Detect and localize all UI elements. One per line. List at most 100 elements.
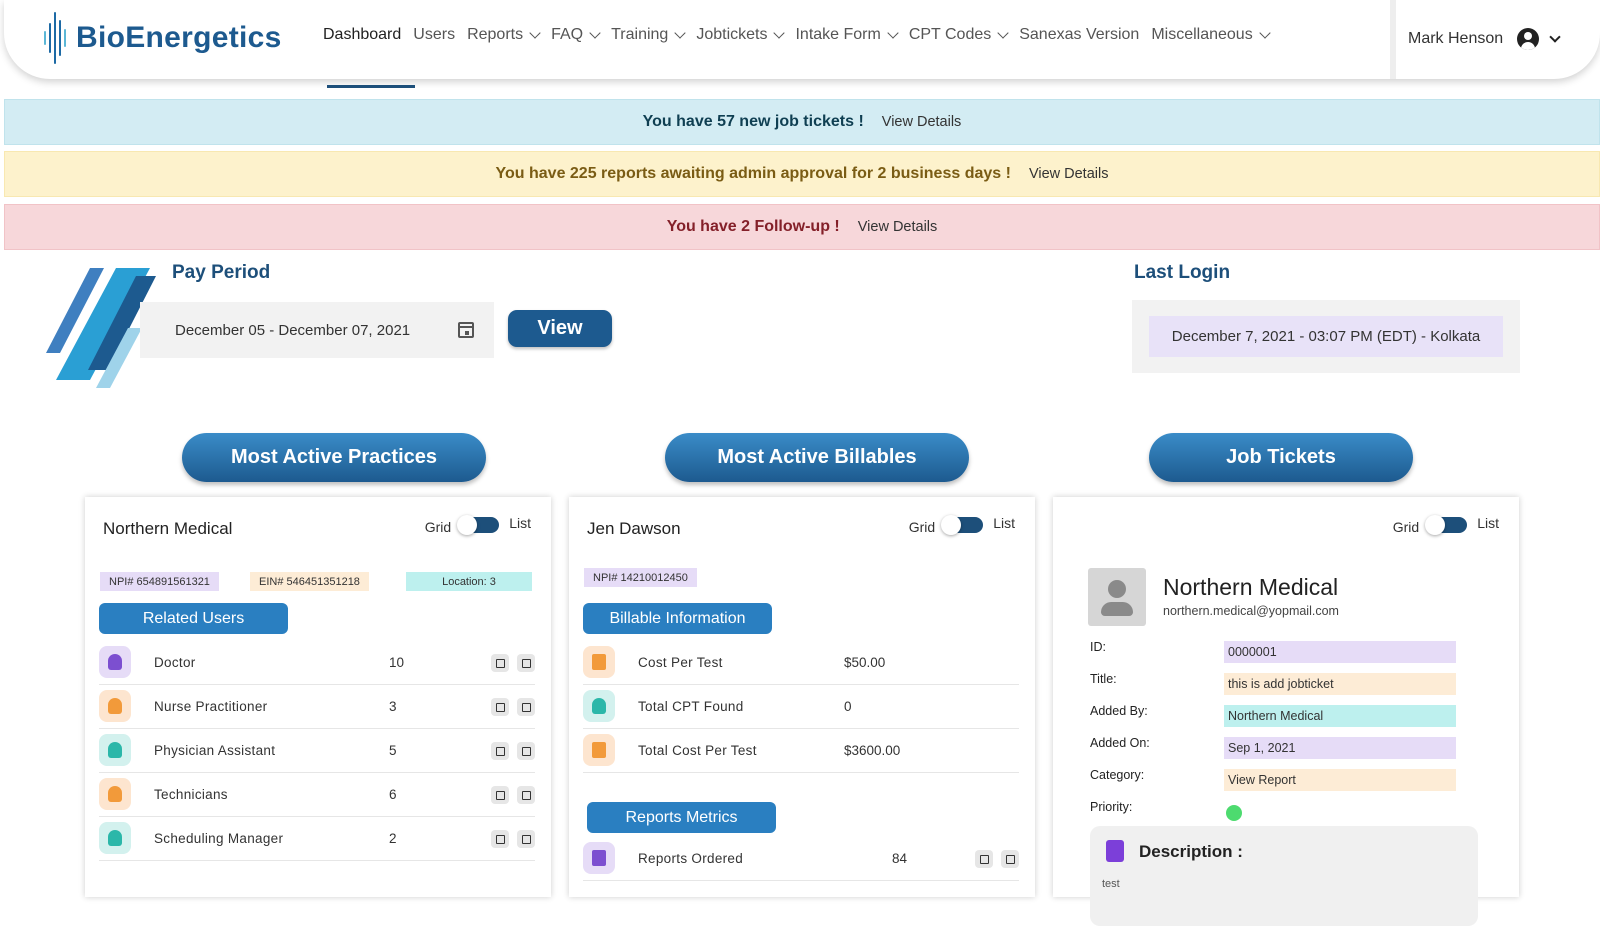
billable-name: Jen Dawson <box>587 519 681 538</box>
priority-label: Priority: <box>1090 800 1133 814</box>
scheduler-icon <box>99 822 131 854</box>
row-value: $50.00 <box>844 655 886 670</box>
grid-label: Grid <box>1392 519 1420 535</box>
row-value: 10 <box>389 655 405 670</box>
grid-list-toggle[interactable]: Grid List <box>1392 515 1499 535</box>
report-icon <box>583 842 615 874</box>
list-item: Physician Assistant 5 <box>99 729 535 773</box>
list-item: Reports Ordered 84 <box>583 837 1019 881</box>
row-label: Total CPT Found <box>638 699 744 714</box>
toggle-switch[interactable] <box>941 515 984 535</box>
list-item: Cost Per Test $50.00 <box>583 641 1019 685</box>
view-details-link[interactable]: View Details <box>858 219 938 235</box>
nav-faq[interactable]: FAQ <box>551 26 601 44</box>
add-icon[interactable] <box>517 742 535 760</box>
grid-list-toggle[interactable]: Grid List <box>909 515 1015 535</box>
toggle-switch[interactable] <box>457 515 500 535</box>
list-label: List <box>993 515 1015 531</box>
logo-bars-icon <box>44 12 66 64</box>
job-tickets-button[interactable]: Job Tickets <box>1149 433 1413 482</box>
technician-icon <box>99 778 131 810</box>
pay-period-date-range: December 05 - December 07, 2021 <box>175 321 411 339</box>
nav-users[interactable]: Users <box>413 26 455 44</box>
alert-message: You have 2 Follow-up ! <box>666 218 840 235</box>
nav-jobtickets[interactable]: Jobtickets <box>696 26 786 44</box>
row-value: 3 <box>389 699 397 714</box>
brand-logo[interactable]: BioEnergetics <box>44 10 282 66</box>
list-label: List <box>509 515 531 531</box>
list-item: Total CPT Found 0 <box>583 685 1019 729</box>
last-login-title: Last Login <box>1134 262 1231 283</box>
row-label: Doctor <box>154 655 196 670</box>
pay-period-date-field[interactable]: December 05 - December 07, 2021 <box>140 302 494 358</box>
nav-cpt-codes[interactable]: CPT Codes <box>909 26 1009 44</box>
edit-icon[interactable] <box>491 654 509 672</box>
npi-badge: NPI# 14210012450 <box>584 568 697 587</box>
view-button[interactable]: View <box>508 310 612 347</box>
add-icon[interactable] <box>517 830 535 848</box>
view-details-link[interactable]: View Details <box>882 114 962 130</box>
edit-icon[interactable] <box>491 742 509 760</box>
view-details-link[interactable]: View Details <box>1029 166 1109 182</box>
description-panel: Description : test <box>1090 826 1478 926</box>
job-ticket-card: Grid List Northern Medical northern.medi… <box>1053 497 1519 926</box>
nav-reports[interactable]: Reports <box>467 26 541 44</box>
description-title: Description : <box>1139 842 1243 861</box>
row-label: Total Cost Per Test <box>638 743 757 758</box>
list-label: List <box>1477 515 1499 531</box>
add-icon[interactable] <box>517 698 535 716</box>
most-active-billables-button[interactable]: Most Active Billables <box>665 433 969 482</box>
user-name: Mark Henson <box>1408 30 1504 47</box>
document-icon <box>1106 840 1124 862</box>
chevron-down-icon <box>1259 27 1271 39</box>
nav-training[interactable]: Training <box>611 26 686 44</box>
nav-dashboard[interactable]: Dashboard <box>323 26 401 44</box>
calendar-icon[interactable] <box>458 322 474 338</box>
add-icon[interactable] <box>1001 850 1019 868</box>
related-users-button[interactable]: Related Users <box>99 603 288 634</box>
ein-badge: EIN# 546451351218 <box>250 572 369 591</box>
document-icon <box>583 646 615 678</box>
nav-sanexas-version[interactable]: Sanexas Version <box>1019 26 1139 44</box>
toggle-switch[interactable] <box>1425 515 1468 535</box>
reports-metrics-button[interactable]: Reports Metrics <box>587 802 776 833</box>
field-id-value: 0000001 <box>1224 641 1456 663</box>
field-label: ID: <box>1090 640 1106 654</box>
field-title-value: this is add jobticket <box>1224 673 1456 695</box>
edit-icon[interactable] <box>491 698 509 716</box>
most-active-practices-button[interactable]: Most Active Practices <box>182 433 486 482</box>
ticket-email: northern.medical@yopmail.com <box>1163 604 1339 618</box>
nav-intake-form[interactable]: Intake Form <box>795 26 899 44</box>
list-item: Doctor 10 <box>99 641 535 685</box>
edit-icon[interactable] <box>975 850 993 868</box>
edit-icon[interactable] <box>491 786 509 804</box>
nav-miscellaneous[interactable]: Miscellaneous <box>1151 26 1271 44</box>
avatar <box>1088 568 1146 626</box>
user-menu[interactable]: Mark Henson <box>1408 28 1561 50</box>
location-badge: Location: 3 <box>406 572 532 591</box>
field-added-by-value: Northern Medical <box>1224 705 1456 727</box>
field-label: Title: <box>1090 672 1117 686</box>
practice-card: Northern Medical Grid List NPI# 65489156… <box>85 497 551 897</box>
field-label: Added By: <box>1090 704 1148 718</box>
alert-message: You have 57 new job tickets ! <box>642 113 864 130</box>
chevron-down-icon <box>773 27 786 39</box>
row-label: Technicians <box>154 787 228 802</box>
edit-icon[interactable] <box>491 830 509 848</box>
list-item: Scheduling Manager 2 <box>99 817 535 861</box>
user-avatar-icon <box>1517 28 1540 50</box>
list-item: Nurse Practitioner 3 <box>99 685 535 729</box>
grid-label: Grid <box>424 519 452 535</box>
billable-information-button[interactable]: Billable Information <box>583 603 772 634</box>
field-category-value: View Report <box>1224 769 1456 791</box>
row-label: Physician Assistant <box>154 743 276 758</box>
pay-period-title: Pay Period <box>172 262 271 283</box>
billable-card: Jen Dawson Grid List NPI# 14210012450 Bi… <box>569 497 1035 897</box>
add-icon[interactable] <box>517 654 535 672</box>
chevron-down-icon <box>887 27 899 39</box>
grid-list-toggle[interactable]: Grid List <box>424 515 531 535</box>
chevron-down-icon <box>529 27 541 39</box>
brand-name: BioEnergetics <box>76 21 282 54</box>
list-item: Total Cost Per Test $3600.00 <box>583 729 1019 773</box>
add-icon[interactable] <box>517 786 535 804</box>
